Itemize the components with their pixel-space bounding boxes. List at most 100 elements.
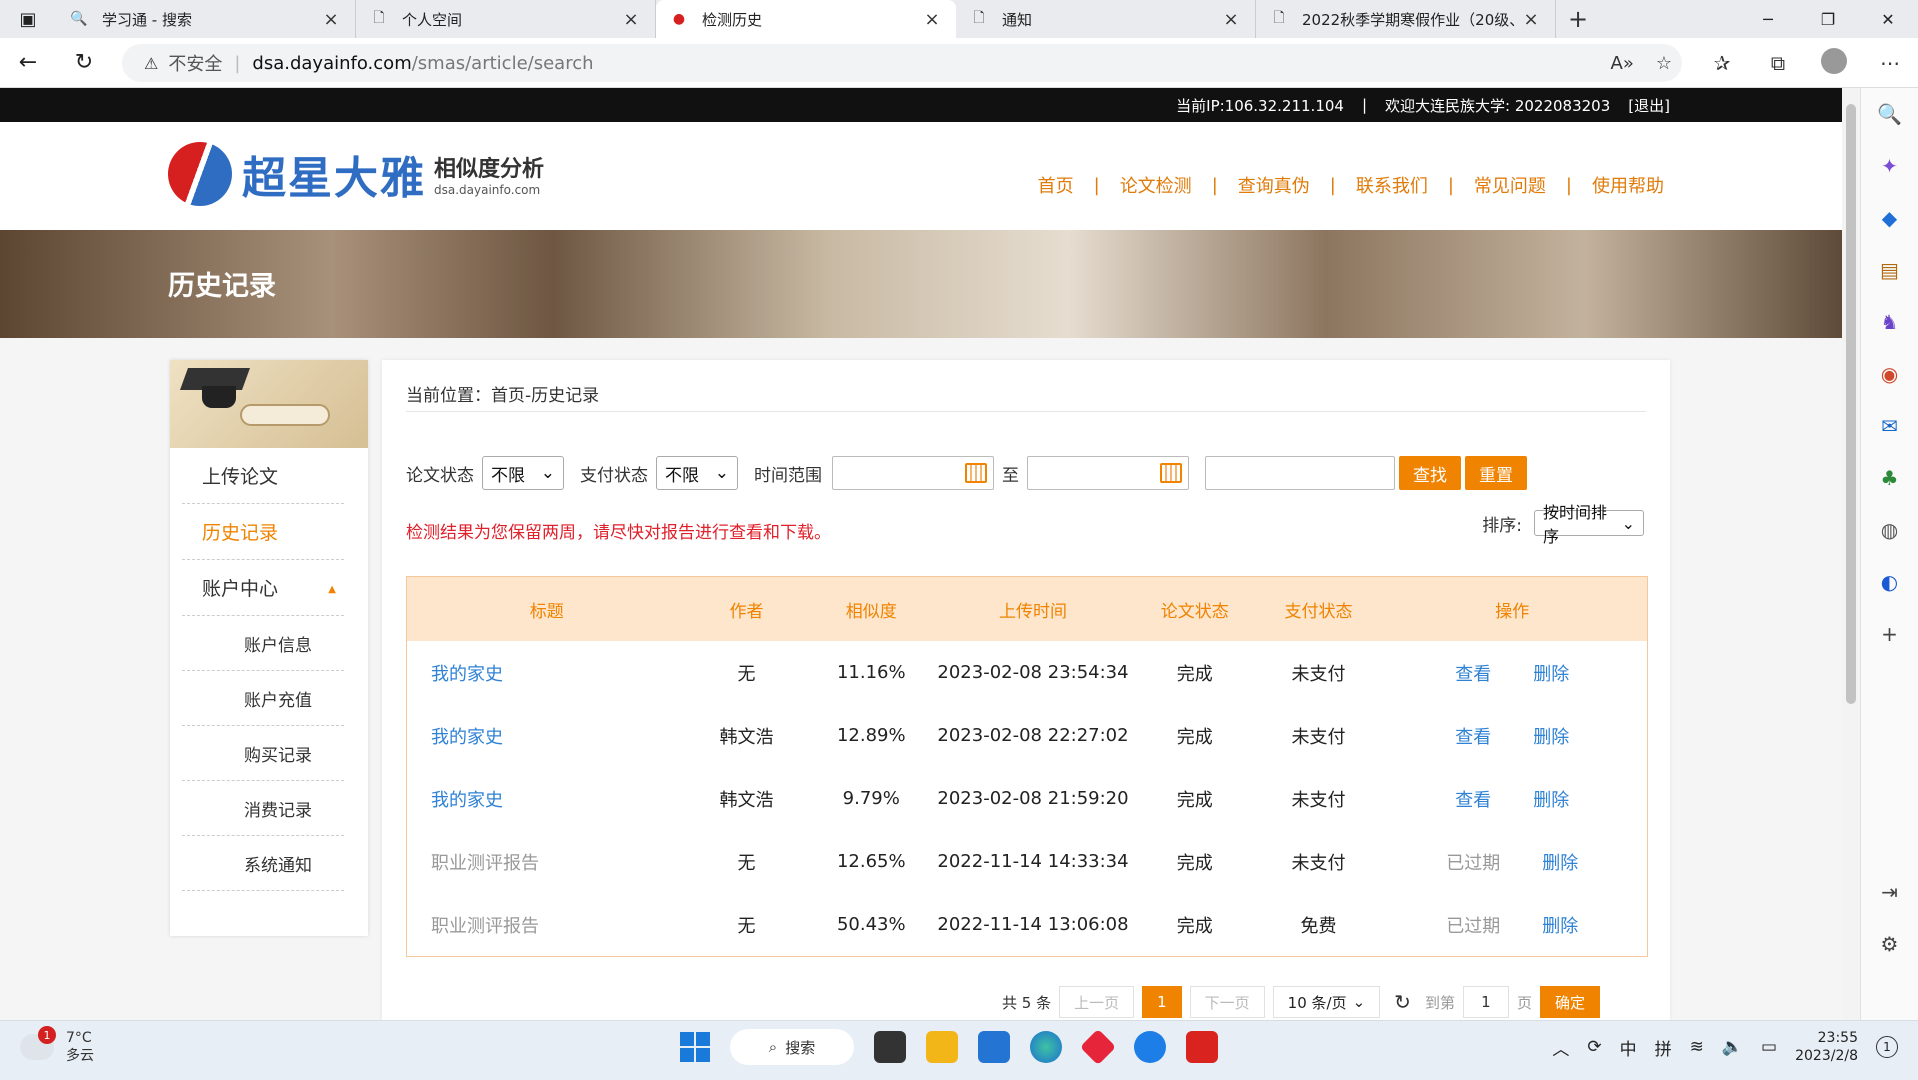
site-logo[interactable]: 超星大雅 相似度分析 dsa.dayainfo.com (168, 142, 544, 206)
blue-app-icon[interactable] (1134, 1031, 1166, 1063)
tab-actions-icon[interactable]: ▣ (0, 0, 56, 38)
favorite-add-icon[interactable]: ☆ (1656, 53, 1672, 74)
task-view-icon[interactable] (874, 1031, 906, 1063)
url-bar[interactable]: ⚠ 不安全 | dsa.dayainfo.com /smas/article/s… (122, 44, 1682, 82)
delete-link[interactable]: 删除 (1533, 786, 1569, 812)
globe-icon[interactable]: ◍ (1861, 504, 1918, 556)
refresh-page-icon[interactable]: ↻ (1394, 990, 1411, 1014)
delete-link[interactable]: 删除 (1542, 849, 1578, 875)
paper-status-select[interactable]: 不限 ⌄ (482, 456, 564, 490)
reset-button[interactable]: 重置 (1465, 456, 1527, 490)
wps-icon[interactable] (1186, 1031, 1218, 1063)
tab-notice[interactable]: 🗋 通知 × (956, 0, 1256, 38)
sidebar-settings-icon[interactable]: ⚙ (1861, 918, 1918, 970)
nav-paper-check[interactable]: 论文检测 (1120, 172, 1192, 198)
add-sidebar-app-icon[interactable]: + (1861, 608, 1918, 660)
current-page-button[interactable]: 1 (1142, 986, 1182, 1018)
row-title-link[interactable]: 我的家史 (407, 786, 687, 812)
copilot-icon[interactable]: ✦ (1861, 140, 1918, 192)
row-title-link[interactable]: 我的家史 (407, 660, 687, 686)
end-date-input[interactable] (1027, 456, 1189, 490)
nav-faq[interactable]: 常见问题 (1474, 172, 1546, 198)
pay-status-select[interactable]: 不限 ⌄ (656, 456, 738, 490)
file-explorer-icon[interactable] (926, 1031, 958, 1063)
start-icon[interactable] (680, 1032, 710, 1062)
nav-verify[interactable]: 查询真伪 (1238, 172, 1310, 198)
favorites-icon[interactable]: ✰ (1694, 51, 1750, 75)
keyword-input[interactable] (1205, 456, 1395, 490)
scrollbar-thumb[interactable] (1846, 104, 1856, 704)
view-link[interactable]: 查看 (1455, 723, 1491, 749)
sidebar-sub-notice[interactable]: 系统通知 (182, 836, 344, 891)
nav-contact[interactable]: 联系我们 (1356, 172, 1428, 198)
profile-avatar[interactable] (1806, 47, 1862, 79)
collections-icon[interactable]: ⧉ (1750, 51, 1806, 75)
view-link[interactable]: 查看 (1455, 786, 1491, 812)
row-title-link[interactable]: 我的家史 (407, 723, 687, 749)
start-date-input[interactable] (832, 456, 994, 490)
sidebar-hide-icon[interactable]: ⇥ (1861, 866, 1918, 918)
store-icon[interactable] (978, 1031, 1010, 1063)
nav-home[interactable]: 首页 (1038, 172, 1074, 198)
red-app-icon[interactable] (1079, 1028, 1117, 1066)
sidebar-sub-account-info[interactable]: 账户信息 (182, 616, 344, 671)
page-scrollbar[interactable] (1842, 88, 1860, 1020)
refresh-icon[interactable]: ↻ (56, 38, 112, 88)
view-link[interactable]: 查看 (1455, 660, 1491, 686)
shopping-tag-icon[interactable]: ◆ (1861, 192, 1918, 244)
edge-icon[interactable] (1030, 1031, 1062, 1063)
ime-mode[interactable]: 拼 (1655, 1035, 1672, 1060)
volume-icon[interactable]: 🔈 (1722, 1037, 1743, 1057)
edge-drop-icon[interactable]: ◐ (1861, 556, 1918, 608)
taskbar-search[interactable]: ⌕ 搜索 (730, 1029, 854, 1065)
search-button[interactable]: 查找 (1399, 456, 1461, 490)
sync-icon[interactable]: ⟳ (1587, 1037, 1601, 1057)
goto-page-input[interactable]: 1 (1462, 986, 1509, 1018)
nav-help[interactable]: 使用帮助 (1592, 172, 1664, 198)
minimize-icon[interactable]: ─ (1738, 0, 1798, 38)
goto-confirm-button[interactable]: 确定 (1539, 986, 1600, 1018)
office-icon[interactable]: ◉ (1861, 348, 1918, 400)
wifi-icon[interactable]: ≋ (1690, 1037, 1704, 1057)
sidebar-item-history[interactable]: 历史记录 (182, 504, 344, 560)
chevron-up-icon[interactable]: ︿ (1552, 1035, 1569, 1060)
weather-widget[interactable]: 1 7°C 多云 (20, 1026, 94, 1065)
close-icon[interactable]: × (1221, 9, 1241, 30)
tab-personal-space[interactable]: 🗋 个人空间 × (356, 0, 656, 38)
logout-link[interactable]: [退出] (1628, 95, 1670, 116)
sidebar-item-account-center[interactable]: 账户中心 ▲ (182, 560, 344, 616)
battery-icon[interactable]: ▭ (1761, 1037, 1777, 1057)
sidebar-sub-recharge[interactable]: 账户充值 (182, 671, 344, 726)
close-icon[interactable]: × (1521, 9, 1541, 30)
close-icon[interactable]: × (321, 9, 341, 30)
outlook-icon[interactable]: ✉ (1861, 400, 1918, 452)
calendar-icon[interactable] (1160, 463, 1182, 483)
sidebar-search-icon[interactable]: 🔍 (1861, 88, 1918, 140)
sidebar-item-upload[interactable]: 上传论文 (182, 448, 344, 504)
close-icon[interactable]: × (621, 9, 641, 30)
next-page-button[interactable]: 下一页 (1189, 986, 1265, 1018)
delete-link[interactable]: 删除 (1542, 912, 1578, 938)
sidebar-sub-purchase[interactable]: 购买记录 (182, 726, 344, 781)
games-icon[interactable]: ♞ (1861, 296, 1918, 348)
tools-icon[interactable]: ▤ (1861, 244, 1918, 296)
ime-language[interactable]: 中 (1620, 1035, 1637, 1060)
security-label[interactable]: 不安全 (168, 50, 222, 76)
tab-xuexitong-search[interactable]: 🔍 学习通 - 搜索 × (56, 0, 356, 38)
close-icon[interactable]: × (922, 9, 942, 30)
tab-check-history[interactable]: ● 检测历史 × (656, 0, 956, 38)
tab-homework[interactable]: 🗋 2022秋季学期寒假作业（20级、2 × (1256, 0, 1556, 38)
page-size-select[interactable]: 10 条/页 ⌄ (1272, 986, 1381, 1018)
back-icon[interactable]: ← (0, 38, 56, 88)
read-aloud-icon[interactable]: A» (1611, 53, 1634, 74)
new-tab-button[interactable]: + (1556, 0, 1600, 38)
sort-select[interactable]: 按时间排序 ⌄ (1534, 503, 1644, 546)
more-icon[interactable]: ⋯ (1862, 51, 1918, 75)
calendar-icon[interactable] (965, 463, 987, 483)
restore-icon[interactable]: ❐ (1798, 0, 1858, 38)
delete-link[interactable]: 删除 (1533, 660, 1569, 686)
delete-link[interactable]: 删除 (1533, 723, 1569, 749)
tree-icon[interactable]: ♣ (1861, 452, 1918, 504)
close-window-icon[interactable]: ✕ (1858, 0, 1918, 38)
clock[interactable]: 23:55 2023/2/8 (1795, 1029, 1858, 1065)
